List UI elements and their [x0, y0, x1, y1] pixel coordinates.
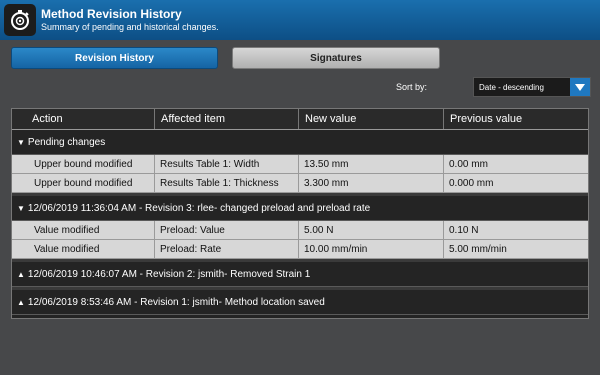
cell-action: Value modified: [12, 221, 155, 239]
page-subtitle: Summary of pending and historical change…: [41, 21, 219, 32]
table-row[interactable]: Upper bound modified Results Table 1: Th…: [12, 174, 588, 193]
group-row-pending[interactable]: ▼ Pending changes: [12, 130, 588, 155]
sort-by-label: Sort by:: [396, 82, 428, 92]
cell-affected-item: Preload: Value: [155, 221, 299, 239]
tab-signatures[interactable]: Signatures: [232, 47, 440, 69]
cell-previous-value: 0.00 mm: [449, 158, 488, 170]
sort-select[interactable]: Date - descending: [473, 77, 591, 97]
sort-select-value: Date - descending: [479, 82, 544, 92]
cell-new-value: 10.00 mm/min: [299, 240, 444, 258]
group-row-revision-3[interactable]: ▼ 12/06/2019 11:36:04 AM - Revision 3: r…: [12, 196, 588, 221]
cell-action: Upper bound modified: [12, 155, 155, 173]
column-header-action[interactable]: Action: [12, 109, 155, 129]
group-row-revision-1[interactable]: ▲ 12/06/2019 8:53:46 AM - Revision 1: js…: [12, 290, 588, 315]
cell-action: Value modified: [12, 240, 155, 258]
column-header-affected-item[interactable]: Affected item: [155, 109, 299, 129]
table-row[interactable]: Upper bound modified Results Table 1: Wi…: [12, 155, 588, 174]
table-header: Action Affected item New value Previous …: [12, 109, 588, 130]
cell-affected-item: Results Table 1: Width: [155, 155, 299, 173]
collapse-triangle-icon[interactable]: ▼: [17, 204, 25, 213]
table-row[interactable]: Value modified Preload: Value 5.00 N 0.1…: [12, 221, 588, 240]
cell-previous-value: 5.00 mm/min: [449, 243, 507, 255]
tab-revision-history[interactable]: Revision History: [11, 47, 218, 69]
cell-previous-value: 0.000 mm: [449, 177, 494, 189]
cell-previous-value: 0.10 N: [449, 224, 479, 236]
table-row[interactable]: Value modified Preload: Rate 10.00 mm/mi…: [12, 240, 588, 259]
page-title: Method Revision History: [41, 6, 182, 21]
group-row-revision-2[interactable]: ▲ 12/06/2019 10:46:07 AM - Revision 2: j…: [12, 262, 588, 287]
cell-affected-item: Results Table 1: Thickness: [155, 174, 299, 192]
title-bar: Method Revision History Summary of pendi…: [0, 0, 600, 40]
cell-affected-item: Preload: Rate: [155, 240, 299, 258]
revision-table: Action Affected item New value Previous …: [11, 108, 589, 319]
group-title: Pending changes: [27, 136, 106, 148]
cell-action: Upper bound modified: [12, 174, 155, 192]
cell-new-value: 5.00 N: [299, 221, 444, 239]
group-title: 12/06/2019 8:53:46 AM - Revision 1: jsmi…: [27, 296, 325, 308]
expand-triangle-icon[interactable]: ▲: [17, 298, 25, 307]
collapse-triangle-icon[interactable]: ▼: [17, 138, 25, 147]
group-title: 12/06/2019 10:46:07 AM - Revision 2: jsm…: [27, 268, 311, 280]
column-header-new-value[interactable]: New value: [299, 109, 444, 129]
cell-new-value: 3.300 mm: [299, 174, 444, 192]
expand-triangle-icon[interactable]: ▲: [17, 270, 25, 279]
cell-new-value: 13.50 mm: [299, 155, 444, 173]
group-title: 12/06/2019 11:36:04 AM - Revision 3: rle…: [27, 202, 371, 214]
chevron-down-icon[interactable]: [570, 78, 590, 96]
stopwatch-gear-icon: [4, 4, 36, 36]
column-header-previous-value[interactable]: Previous value: [444, 109, 588, 129]
